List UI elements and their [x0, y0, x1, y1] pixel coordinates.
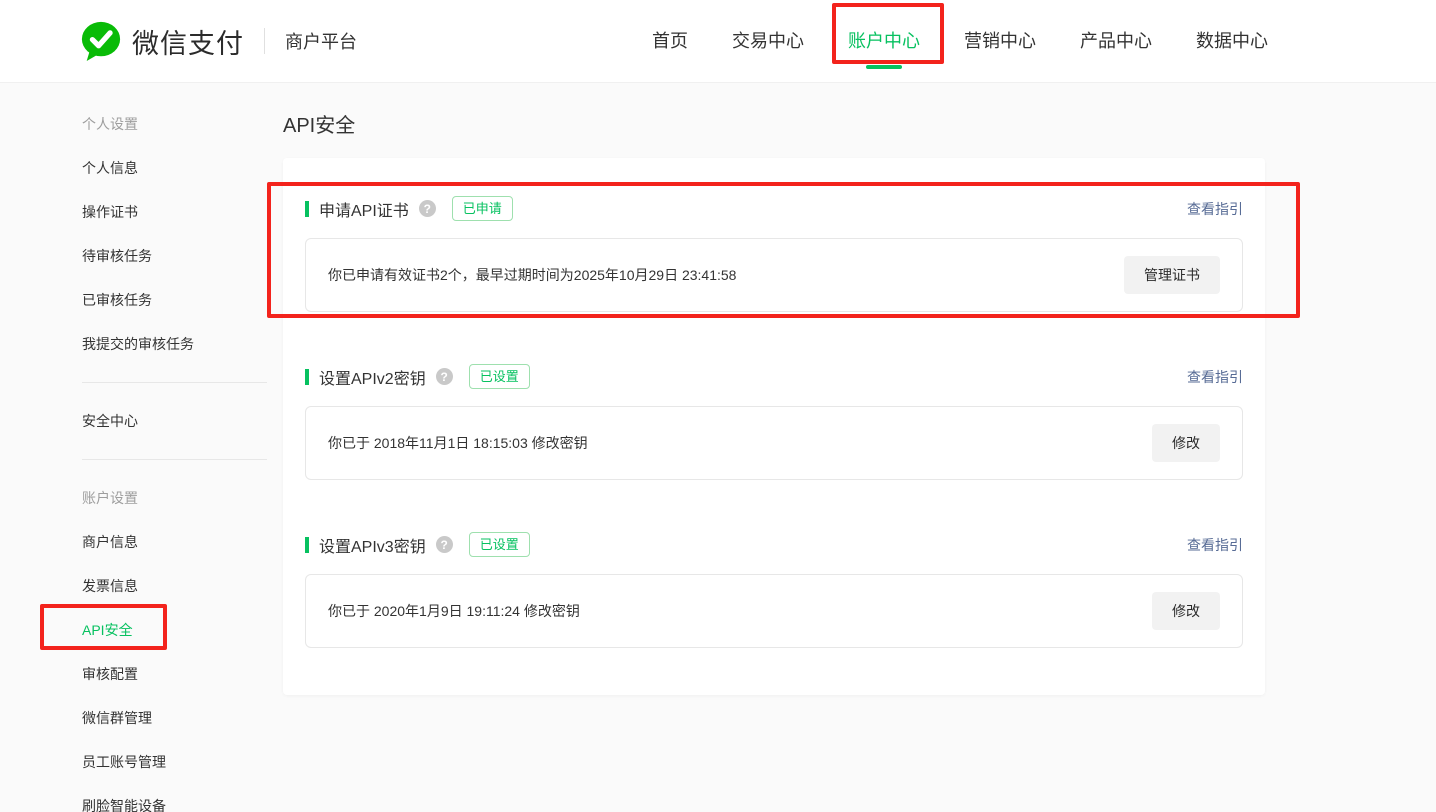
nav-item-account-center[interactable]: 账户中心	[848, 28, 920, 54]
sidebar-item-invoice-info[interactable]: 发票信息	[82, 564, 283, 608]
sidebar-item-api-security[interactable]: API安全	[82, 608, 283, 652]
section-apiv2-key: 设置APIv2密钥 ? 已设置 查看指引 你已于 2018年11月1日 18:1…	[305, 364, 1243, 480]
section-marker	[305, 369, 309, 385]
nav-item-transaction-center[interactable]: 交易中心	[732, 28, 804, 54]
main-nav: 首页 交易中心 账户中心 营销中心 产品中心 数据中心	[652, 28, 1268, 54]
logo-text: 微信支付	[132, 22, 244, 61]
section-apiv3-key: 设置APIv3密钥 ? 已设置 查看指引 你已于 2020年1月9日 19:11…	[305, 532, 1243, 648]
nav-item-product-center[interactable]: 产品中心	[1080, 28, 1152, 54]
section-description: 你已于 2020年1月9日 19:11:24 修改密钥	[328, 601, 580, 621]
section-detail-box: 你已申请有效证书2个，最早过期时间为2025年10月29日 23:41:58 管…	[305, 238, 1243, 312]
main-content: API安全 申请API证书 ? 已申请 查看指引 你已申请有效证书2个，最早过期…	[283, 83, 1436, 812]
help-icon[interactable]: ?	[419, 200, 436, 217]
modify-apiv3-key-button[interactable]: 修改	[1152, 592, 1220, 630]
sidebar: 个人设置 个人信息 操作证书 待审核任务 已审核任务 我提交的审核任务 安全中心…	[0, 83, 283, 812]
guide-link[interactable]: 查看指引	[1187, 367, 1243, 387]
section-marker	[305, 537, 309, 553]
sidebar-item-operation-certificate[interactable]: 操作证书	[82, 190, 283, 234]
app-window: 微信支付 商户平台 首页 交易中心 账户中心 营销中心 产品中心 数据中心 个人…	[0, 0, 1436, 812]
page-title: API安全	[283, 112, 1265, 140]
sidebar-item-reviewed-tasks[interactable]: 已审核任务	[82, 278, 283, 322]
nav-item-data-center[interactable]: 数据中心	[1196, 28, 1268, 54]
section-detail-box: 你已于 2020年1月9日 19:11:24 修改密钥 修改	[305, 574, 1243, 648]
header: 微信支付 商户平台 首页 交易中心 账户中心 营销中心 产品中心 数据中心	[0, 0, 1436, 83]
content-area: 个人设置 个人信息 操作证书 待审核任务 已审核任务 我提交的审核任务 安全中心…	[0, 83, 1436, 812]
wechat-logo-icon	[80, 20, 122, 62]
status-badge: 已设置	[469, 532, 530, 557]
status-badge: 已申请	[452, 196, 513, 221]
sidebar-divider	[82, 382, 267, 383]
status-badge: 已设置	[469, 364, 530, 389]
section-header: 设置APIv3密钥 ? 已设置 查看指引	[305, 532, 1243, 557]
api-security-card: 申请API证书 ? 已申请 查看指引 你已申请有效证书2个，最早过期时间为202…	[283, 158, 1265, 695]
manage-certificate-button[interactable]: 管理证书	[1124, 256, 1220, 294]
sidebar-group-header-personal-settings: 个人设置	[82, 102, 283, 146]
guide-link[interactable]: 查看指引	[1187, 199, 1243, 219]
section-description: 你已于 2018年11月1日 18:15:03 修改密钥	[328, 433, 588, 453]
sidebar-item-merchant-info[interactable]: 商户信息	[82, 520, 283, 564]
sidebar-item-my-submitted-review-tasks[interactable]: 我提交的审核任务	[82, 322, 283, 366]
section-title: 设置APIv3密钥	[319, 533, 426, 557]
nav-item-marketing-center[interactable]: 营销中心	[964, 28, 1036, 54]
sidebar-item-face-payment-devices[interactable]: 刷脸智能设备	[82, 784, 283, 812]
nav-item-home[interactable]: 首页	[652, 28, 688, 54]
wechat-pay-logo[interactable]: 微信支付	[80, 20, 244, 62]
section-marker	[305, 201, 309, 217]
section-detail-box: 你已于 2018年11月1日 18:15:03 修改密钥 修改	[305, 406, 1243, 480]
sidebar-item-review-config[interactable]: 审核配置	[82, 652, 283, 696]
sidebar-group-header-account-settings: 账户设置	[82, 476, 283, 520]
section-header: 申请API证书 ? 已申请 查看指引	[305, 196, 1243, 221]
sidebar-item-wechat-group-management[interactable]: 微信群管理	[82, 696, 283, 740]
help-icon[interactable]: ?	[436, 536, 453, 553]
section-description: 你已申请有效证书2个，最早过期时间为2025年10月29日 23:41:58	[328, 265, 736, 285]
guide-link[interactable]: 查看指引	[1187, 535, 1243, 555]
modify-apiv2-key-button[interactable]: 修改	[1152, 424, 1220, 462]
sidebar-item-security-center[interactable]: 安全中心	[82, 399, 283, 443]
section-title: 申请API证书	[319, 197, 409, 221]
platform-label: 商户平台	[285, 28, 357, 54]
sidebar-item-staff-account-management[interactable]: 员工账号管理	[82, 740, 283, 784]
sidebar-item-personal-info[interactable]: 个人信息	[82, 146, 283, 190]
header-divider	[264, 28, 265, 54]
sidebar-divider	[82, 459, 267, 460]
sidebar-item-pending-review-tasks[interactable]: 待审核任务	[82, 234, 283, 278]
section-title: 设置APIv2密钥	[319, 365, 426, 389]
help-icon[interactable]: ?	[436, 368, 453, 385]
section-header: 设置APIv2密钥 ? 已设置 查看指引	[305, 364, 1243, 389]
section-api-certificate: 申请API证书 ? 已申请 查看指引 你已申请有效证书2个，最早过期时间为202…	[305, 196, 1243, 312]
